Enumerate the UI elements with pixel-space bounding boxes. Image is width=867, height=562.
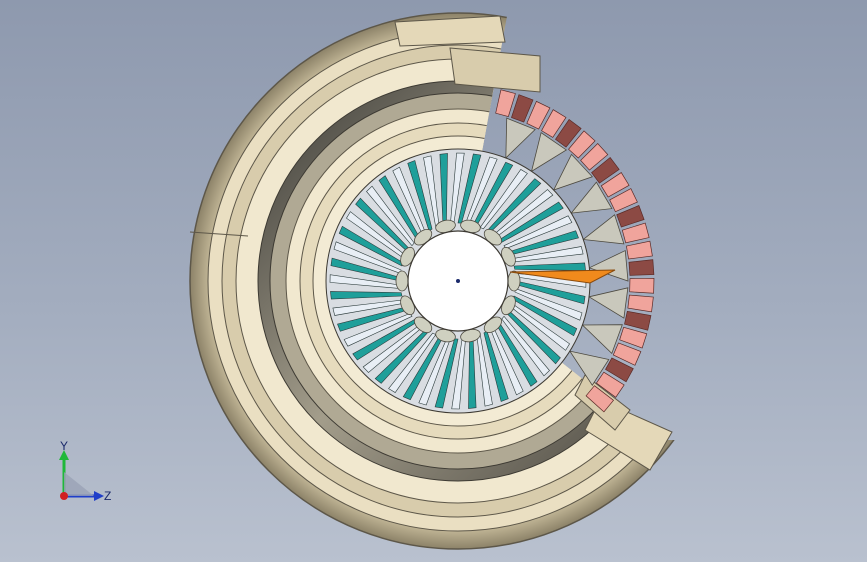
stator-vane <box>495 89 516 117</box>
stator-vane <box>628 259 655 276</box>
axis-plane <box>64 472 94 496</box>
stator-vane <box>627 294 654 313</box>
stator-vane <box>624 310 652 331</box>
z-axis-label: Z <box>104 489 111 503</box>
axis-triad: Y Z <box>59 439 111 503</box>
y-axis-label: Y <box>60 439 68 453</box>
stator-vane <box>626 240 653 260</box>
hub-petal <box>395 270 409 292</box>
guide-cone <box>588 287 629 319</box>
hub-petal <box>507 270 521 292</box>
z-axis-arrow <box>94 491 104 501</box>
origin-dot <box>60 492 68 500</box>
turbine-model[interactable] <box>0 0 867 562</box>
graphics-viewport[interactable]: Y Z <box>0 0 867 562</box>
guide-cone <box>582 214 625 245</box>
stator-vane <box>621 222 650 244</box>
origin-marker <box>456 279 460 283</box>
stator-vane <box>629 277 655 294</box>
